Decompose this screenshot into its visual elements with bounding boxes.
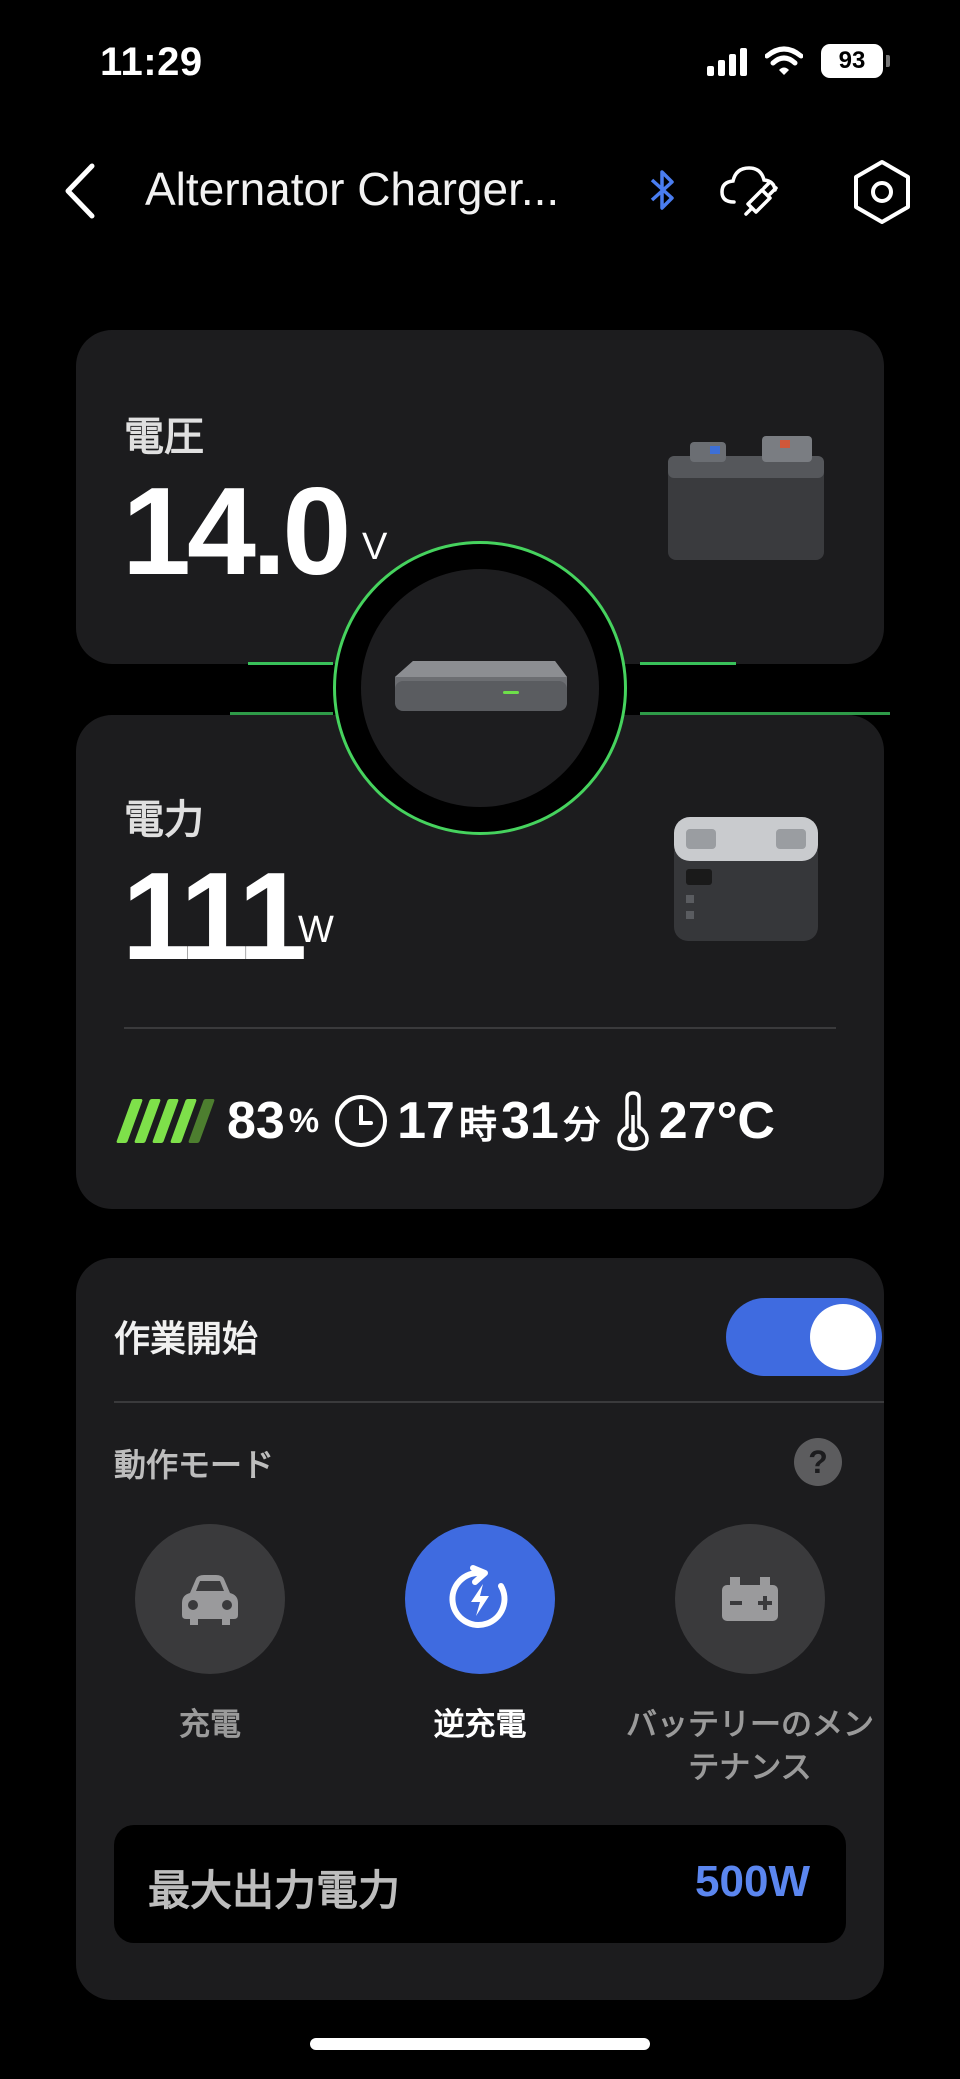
settings-button[interactable] — [850, 158, 914, 231]
charger-device-ring — [333, 541, 627, 835]
battery-percent: 83 — [227, 1092, 285, 1150]
toggle-knob — [810, 1304, 876, 1370]
wifi-icon — [765, 46, 803, 75]
divider — [124, 1027, 836, 1029]
clock-icon — [333, 1093, 389, 1149]
minutes-unit: 分 — [562, 1104, 601, 1147]
mode-charge-label: 充電 — [179, 1707, 241, 1742]
charger-device-background — [361, 569, 599, 807]
charger-device-image — [395, 661, 567, 711]
mode-battery-maintenance-button[interactable] — [675, 1524, 825, 1674]
connector-line — [248, 662, 333, 665]
power-unit: W — [298, 909, 334, 951]
voltage-unit: V — [362, 526, 388, 568]
power-value: 111 — [122, 848, 307, 986]
connector-line — [640, 662, 736, 665]
thermometer-icon — [615, 1091, 651, 1151]
battery-indicator: 93 — [821, 44, 890, 78]
reverse-charge-icon — [449, 1565, 508, 1628]
max-output-power-row[interactable]: 最大出力電力 500W — [114, 1825, 846, 1943]
mode-charge-button[interactable] — [135, 1524, 285, 1674]
status-bar: 11:29 93 — [0, 0, 960, 130]
remaining-minutes: 31 — [500, 1092, 559, 1150]
back-button[interactable] — [50, 156, 110, 226]
chevron-left-icon — [65, 163, 95, 219]
settings-hexagon-icon — [854, 160, 910, 224]
help-icon[interactable]: ? — [794, 1438, 842, 1486]
max-output-power-label: 最大出力電力 — [148, 1867, 401, 1914]
control-card: 作業開始 動作モード ? 充電 逆充電 バッテリーのメンテナンス 最大出力電力 … — [76, 1258, 884, 2000]
bluetooth-icon — [650, 170, 674, 210]
power-label: 電力 — [124, 798, 204, 842]
stats-row: 83 % 17 時 31 分 27°C — [115, 1086, 844, 1156]
voltage-value: 14.0 — [122, 463, 351, 601]
cloud-plug-icon — [720, 166, 778, 216]
hours-unit: 時 — [458, 1104, 497, 1147]
mode-reverse-charge-button[interactable] — [405, 1524, 555, 1674]
power-station-image — [674, 817, 818, 941]
operation-toggle[interactable] — [726, 1298, 882, 1376]
cellular-signal-icon — [707, 46, 747, 76]
cloud-connection-button[interactable] — [718, 162, 780, 223]
car-icon — [182, 1575, 238, 1625]
mode-battery-maintenance-label: バッテリーのメンテナンス — [626, 1707, 874, 1785]
status-time: 11:29 — [100, 40, 203, 84]
mode-reverse-charge-label: 逆充電 — [433, 1707, 527, 1742]
mode-section-label: 動作モード — [114, 1447, 275, 1483]
header: Alternator Charger... — [0, 150, 960, 230]
divider — [114, 1401, 884, 1403]
remaining-hours: 17 — [397, 1092, 455, 1150]
battery-level-icon — [115, 1099, 216, 1143]
page-title: Alternator Charger... — [145, 163, 560, 215]
car-battery-image — [668, 436, 824, 560]
max-output-power-value: 500W — [695, 1857, 810, 1906]
car-battery-icon — [722, 1577, 778, 1621]
operation-switch-label: 作業開始 — [114, 1318, 259, 1359]
voltage-label: 電圧 — [124, 415, 204, 459]
battery-percent-unit: % — [288, 1101, 320, 1140]
battery-level: 93 — [821, 44, 883, 78]
temperature: 27°C — [658, 1092, 775, 1150]
status-icons: 93 — [707, 44, 890, 78]
home-indicator[interactable] — [310, 2038, 650, 2050]
